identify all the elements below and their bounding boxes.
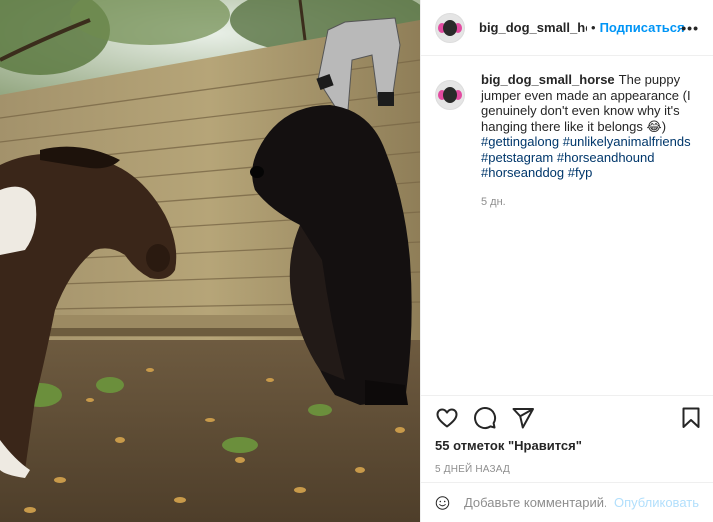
comments-area: big_dog_small_horse The puppy jumper even… — [435, 72, 701, 210]
publish-button[interactable]: Опубликовать — [614, 495, 699, 510]
caption-timestamp[interactable]: 5 дн. — [481, 195, 699, 211]
post-actions: 55 отметок "Нравится" 5 ДНЕЙ НАЗАД — [421, 395, 713, 475]
hashtag-link[interactable]: #petstagram — [481, 150, 553, 165]
hashtag-link[interactable]: #gettingalong — [481, 134, 559, 149]
bookmark-icon[interactable] — [679, 406, 703, 430]
hashtag-link[interactable]: #horseanddog — [481, 165, 564, 180]
avatar-face — [443, 87, 457, 103]
add-comment-bar: Опубликовать — [421, 482, 713, 522]
emoji-icon[interactable] — [435, 492, 450, 514]
hashtag-link[interactable]: #unlikelyanimalfriends — [563, 134, 691, 149]
caption-username-link[interactable]: big_dog_small_horse — [481, 72, 615, 87]
hashtag-link[interactable]: #horseandhound — [557, 150, 655, 165]
post-sidebar: big_dog_small_horse • Подписаться ••• bi… — [420, 0, 713, 522]
caption-comment: big_dog_small_horse The puppy jumper even… — [435, 72, 701, 210]
share-icon[interactable] — [511, 406, 535, 430]
photo-illustration — [0, 0, 420, 522]
post-date[interactable]: 5 ДНЕЙ НАЗАД — [421, 464, 713, 475]
header-separator-dot: • — [591, 20, 596, 35]
comment-icon[interactable] — [473, 406, 497, 430]
post-photo[interactable] — [0, 0, 420, 522]
caption-avatar[interactable] — [435, 80, 465, 110]
header-username-link[interactable]: big_dog_small_horse — [479, 20, 587, 35]
action-icons — [421, 396, 713, 442]
avatar-face — [443, 19, 457, 36]
hashtag-link[interactable]: #fyp — [568, 165, 593, 180]
more-options-icon[interactable]: ••• — [681, 20, 699, 36]
caption-body: big_dog_small_horse The puppy jumper even… — [481, 72, 699, 210]
follow-button[interactable]: Подписаться — [600, 20, 685, 35]
comment-input[interactable] — [463, 495, 606, 510]
heart-icon[interactable] — [435, 406, 459, 430]
post-header: big_dog_small_horse • Подписаться ••• — [421, 0, 713, 56]
avatar[interactable] — [435, 12, 465, 43]
